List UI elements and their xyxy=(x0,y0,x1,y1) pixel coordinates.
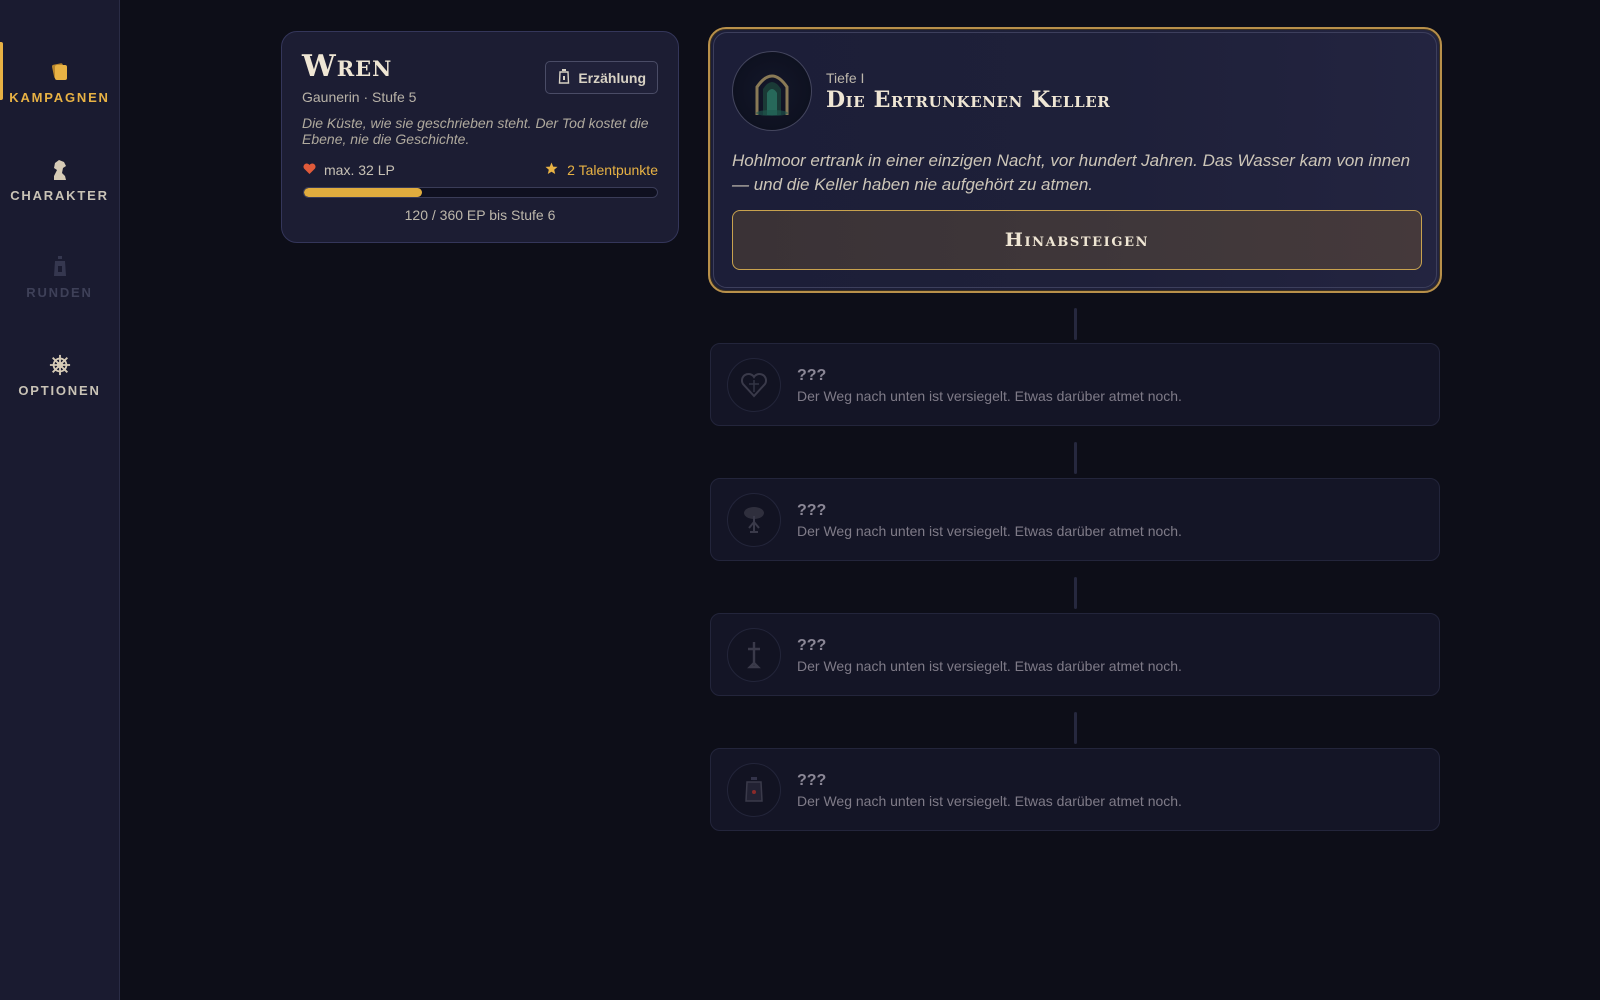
ships-wheel-icon xyxy=(49,353,71,377)
narrative-mode-button[interactable]: Erzählung xyxy=(545,61,658,94)
path-connector xyxy=(1074,577,1077,609)
mode-label: Erzählung xyxy=(578,69,646,86)
locked-depth-card: ??? Der Weg nach unten ist versiegelt. E… xyxy=(710,478,1440,561)
sidebar-item-runden[interactable]: Runden xyxy=(0,237,119,317)
locked-depth-card: ??? Der Weg nach unten ist versiegelt. E… xyxy=(710,343,1440,426)
talent-label: 2 Talentpunkte xyxy=(567,162,658,178)
locked-depth-title: ??? xyxy=(797,772,827,789)
xp-progress-fill xyxy=(304,188,422,197)
locked-depth-title: ??? xyxy=(797,367,827,384)
path-connector xyxy=(1074,712,1077,744)
locked-depth-description: Der Weg nach unten ist versiegelt. Etwas… xyxy=(797,658,1182,674)
star-icon xyxy=(545,162,558,178)
character-stats: max. 32 LP 2 Talentpunkte xyxy=(303,162,658,178)
locked-depth-title: ??? xyxy=(797,502,827,519)
locked-depth-card: ??? Der Weg nach unten ist versiegelt. E… xyxy=(710,613,1440,696)
sidebar-item-label: Runden xyxy=(26,284,93,300)
locked-depth-description: Der Weg nach unten ist versiegelt. Etwas… xyxy=(797,793,1182,809)
lantern-emblem-icon xyxy=(727,763,781,817)
path-connector xyxy=(1074,442,1077,474)
active-depth-card: Tiefe I Die Ertrunkenen Keller Hohlmoor … xyxy=(708,27,1442,293)
sword-emblem-icon xyxy=(727,628,781,682)
lantern-icon xyxy=(558,68,570,87)
xp-text: 120 / 360 EP bis Stufe 6 xyxy=(404,207,556,223)
tree-emblem-icon xyxy=(727,493,781,547)
heart-emblem-icon xyxy=(727,358,781,412)
heart-icon xyxy=(303,162,316,178)
sidebar-item-label: Optionen xyxy=(18,382,101,398)
hp-label: max. 32 LP xyxy=(324,162,395,178)
hp-stat: max. 32 LP xyxy=(303,162,395,178)
cards-icon xyxy=(49,60,71,84)
locked-depth-description: Der Weg nach unten ist versiegelt. Etwas… xyxy=(797,388,1182,404)
chess-knight-icon xyxy=(49,158,71,182)
depth-tag: Tiefe I xyxy=(826,70,865,86)
sidebar-item-optionen[interactable]: Optionen xyxy=(0,335,119,415)
sidebar-item-label: Charakter xyxy=(10,187,109,203)
sidebar: Kampagnen Charakter Runden xyxy=(0,0,120,1000)
depth-title: Die Ertrunkenen Keller xyxy=(826,87,1111,113)
character-quote: Die Küste, wie sie geschrieben steht. De… xyxy=(302,115,649,147)
depth-description: Hohlmoor ertrank in einer einzigen Nacht… xyxy=(732,151,1411,194)
sidebar-item-charakter[interactable]: Charakter xyxy=(0,140,119,220)
sidebar-item-kampagnen[interactable]: Kampagnen xyxy=(0,42,119,122)
lantern-icon xyxy=(49,255,71,279)
path-connector xyxy=(1074,308,1077,340)
descend-button[interactable]: Hinabsteigen xyxy=(732,210,1422,270)
locked-depth-title: ??? xyxy=(797,637,827,654)
character-card: Wren Gaunerin · Stufe 5 Die Küste, wie s… xyxy=(281,31,679,243)
locked-depth-card: ??? Der Weg nach unten ist versiegelt. E… xyxy=(710,748,1440,831)
arch-emblem-icon xyxy=(732,51,812,131)
xp-progress-bar xyxy=(303,187,658,198)
talent-stat: 2 Talentpunkte xyxy=(545,162,658,178)
sidebar-item-label: Kampagnen xyxy=(9,89,110,105)
locked-depth-description: Der Weg nach unten ist versiegelt. Etwas… xyxy=(797,523,1182,539)
